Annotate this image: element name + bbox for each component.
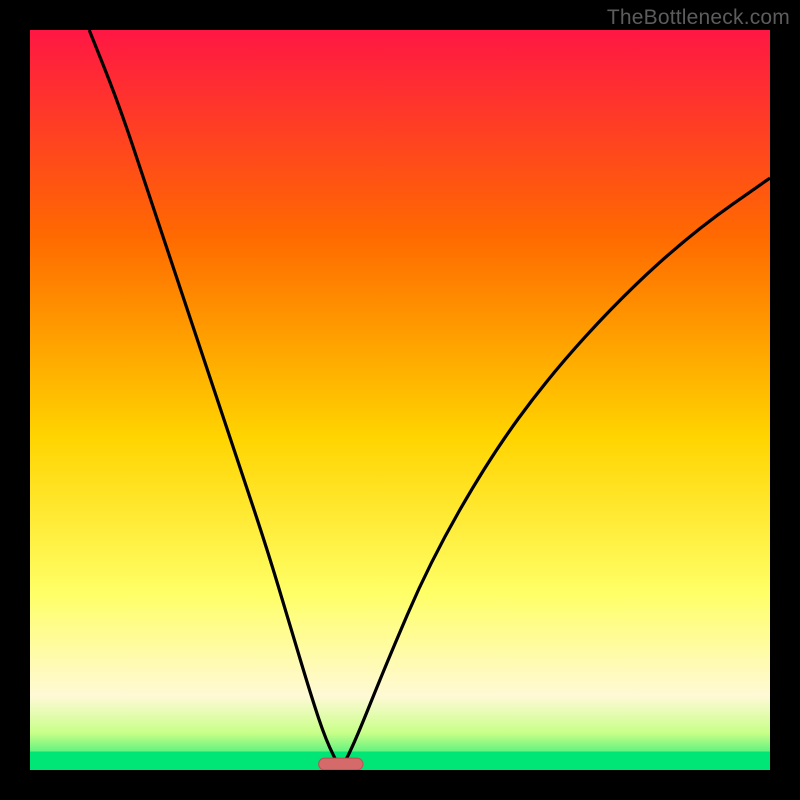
minimum-marker — [319, 758, 363, 770]
bottleneck-chart — [30, 30, 770, 770]
outer-frame: TheBottleneck.com — [0, 0, 800, 800]
watermark-text: TheBottleneck.com — [607, 6, 790, 30]
gradient-background — [30, 30, 770, 770]
green-baseline-band — [30, 752, 770, 771]
plot-area — [30, 30, 770, 770]
